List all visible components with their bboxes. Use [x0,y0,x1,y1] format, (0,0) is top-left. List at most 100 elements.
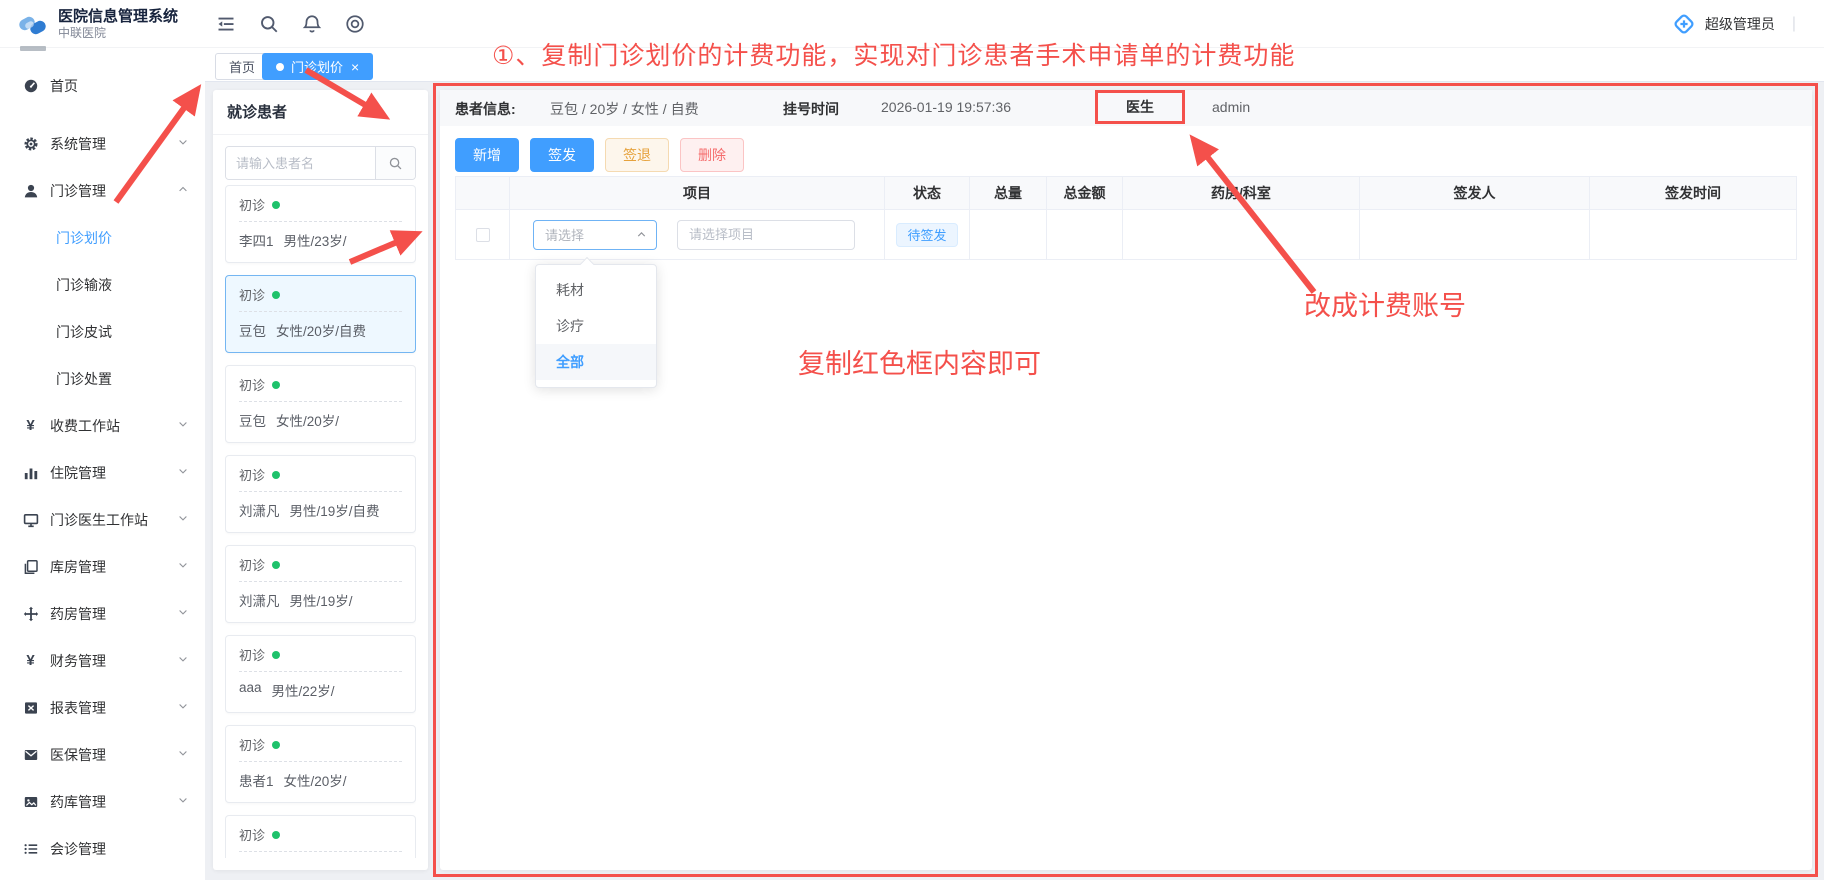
patient-name: 李四1 [239,230,274,250]
sidebar-item-13[interactable]: 维护系统 [0,872,205,880]
tab-outpatient-pricing-label: 门诊划价 [291,57,343,76]
cell-quantity [970,210,1047,260]
item-search-input[interactable] [677,220,855,250]
chevron-up-icon [635,228,648,241]
add-button[interactable]: 新增 [455,138,519,172]
card-divider [239,851,402,852]
retract-button[interactable]: 签退 [605,138,669,172]
notification-bell-icon[interactable] [302,14,322,34]
patient-name: aaa [239,680,262,700]
patient-card-3[interactable]: 初诊刘潇凡男性/19岁/自费 [225,455,416,533]
chevron-down-icon [177,135,189,153]
dropdown-option-treatment[interactable]: 诊疗 [536,308,656,344]
sidebar-item-label: 收费工作站 [50,416,177,436]
patient-card-7[interactable]: 初诊 [225,815,416,858]
patient-name: 患者1 [239,770,274,790]
header-total-amount: 总金额 [1047,176,1123,210]
status-green-dot [272,201,280,209]
patient-card-2[interactable]: 初诊豆包女性/20岁/ [225,365,416,443]
sidebar-item-0[interactable]: 首页 [0,62,205,109]
sidebar-item-label: 门诊管理 [50,181,177,201]
sidebar-item-label: 会诊管理 [50,839,189,859]
issue-button[interactable]: 签发 [530,138,594,172]
patient-list: 初诊李四1男性/23岁/初诊豆包女性/20岁/自费初诊豆包女性/20岁/初诊刘潇… [225,185,416,858]
sidebar-item-10[interactable]: 医保管理 [0,731,205,778]
patient-card-5[interactable]: 初诊aaa男性/22岁/ [225,635,416,713]
sidebar-item-2[interactable]: 门诊管理 [0,167,205,214]
hospital-logo-icon [18,10,48,40]
patient-name: 豆包 [239,410,266,430]
tab-outpatient-pricing[interactable]: 门诊划价 × [262,53,373,80]
sidebar-subitem-label: 门诊划价 [56,228,112,248]
patient-info-value: 豆包 / 20岁 / 女性 / 自费 [550,99,699,119]
sidebar-item-6[interactable]: 库房管理 [0,543,205,590]
user-menu[interactable]: 超级管理员 | [1672,0,1796,48]
table-header-row: 项目 状态 总量 总金额 药房/科室 签发人 签发时间 [455,176,1797,210]
patient-meta: 男性/23岁/ [284,230,347,250]
dropdown-option-consumables[interactable]: 耗材 [536,272,656,308]
patient-card-6[interactable]: 初诊患者1女性/20岁/ [225,725,416,803]
chevron-down-icon [177,464,189,482]
sidebar-subitem-label: 门诊输液 [56,275,112,295]
sidebar-subitem-2-1[interactable]: 门诊输液 [0,261,205,308]
sidebar-item-1[interactable]: 系统管理 [0,120,205,167]
header-checkbox-col [455,176,510,210]
sidebar-subitem-label: 门诊皮试 [56,322,112,342]
billing-table: 项目 状态 总量 总金额 药房/科室 签发人 签发时间 请选择 待签发 [455,176,1797,260]
category-select[interactable]: 请选择 [533,220,657,250]
patient-meta: 女性/20岁/自费 [276,320,366,340]
patient-info-label: 患者信息: [455,99,516,119]
sidebar-subitem-2-0[interactable]: 门诊划价 [0,214,205,261]
picture-icon [22,793,39,810]
header-status: 状态 [885,176,970,210]
doctor-value: admin [1212,99,1250,115]
patient-meta: 男性/22岁/ [272,680,335,700]
patient-search [225,146,416,180]
patient-search-input[interactable] [226,147,375,179]
patient-card-4[interactable]: 初诊刘潇凡男性/19岁/ [225,545,416,623]
status-badge: 待签发 [896,223,957,247]
search-icon[interactable] [259,14,279,34]
card-divider [239,221,402,222]
tab-home[interactable]: 首页 [215,53,269,80]
sidebar-item-5[interactable]: 门诊医生工作站 [0,496,205,543]
tab-close-icon[interactable]: × [351,60,359,74]
list-icon [22,840,39,857]
sidebar-item-4[interactable]: 住院管理 [0,449,205,496]
collapse-menu-icon[interactable] [216,14,236,34]
patient-search-button[interactable] [375,147,415,179]
dropdown-option-all[interactable]: 全部 [536,344,656,380]
status-green-dot [272,561,280,569]
yuan-icon: ¥ [22,417,39,434]
table-row: 请选择 待签发 [455,210,1797,260]
patient-name: 豆包 [239,320,266,340]
sidebar-item-9[interactable]: 报表管理 [0,684,205,731]
status-green-dot [272,471,280,479]
documents-icon [22,558,39,575]
app-subtitle: 中联医院 [58,26,178,41]
chevron-down-icon [177,652,189,670]
sidebar-item-label: 库房管理 [50,557,177,577]
sidebar-item-7[interactable]: 药房管理 [0,590,205,637]
sidebar-subitem-2-2[interactable]: 门诊皮试 [0,308,205,355]
sidebar-item-label: 药库管理 [50,792,177,812]
sidebar-item-8[interactable]: ¥财务管理 [0,637,205,684]
topbar: 医院信息管理系统 中联医院 超级管理员 | [0,0,1824,48]
layout-circle-icon[interactable] [345,14,365,34]
monitor-icon [22,511,39,528]
sidebar-subitem-label: 门诊处置 [56,369,112,389]
report-icon [22,699,39,716]
sidebar-item-3[interactable]: ¥ 收费工作站 [0,402,205,449]
sidebar-item-11[interactable]: 药库管理 [0,778,205,825]
move-icon [22,605,39,622]
sidebar-item-label: 住院管理 [50,463,177,483]
sidebar-item-12[interactable]: 会诊管理 [0,825,205,872]
sidebar-subitem-2-3[interactable]: 门诊处置 [0,355,205,402]
row-checkbox[interactable] [476,228,490,242]
patient-card-0[interactable]: 初诊李四1男性/23岁/ [225,185,416,263]
delete-button[interactable]: 删除 [680,138,744,172]
patient-card-1[interactable]: 初诊豆包女性/20岁/自费 [225,275,416,353]
tab-home-label: 首页 [229,57,255,76]
visit-type-label: 初诊 [239,375,265,394]
visit-type-label: 初诊 [239,555,265,574]
